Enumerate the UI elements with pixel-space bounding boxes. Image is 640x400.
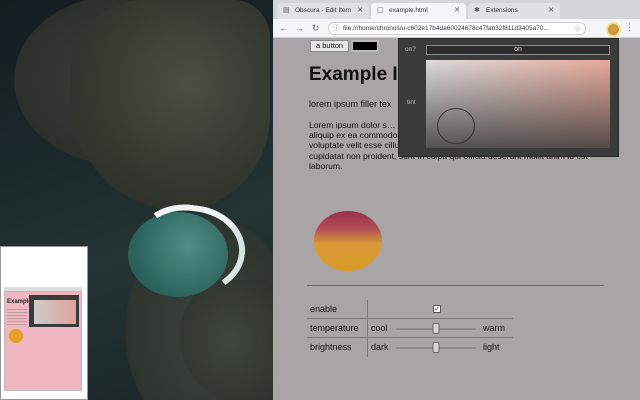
address-bar[interactable]: ⓘ file:///home/chronos/u-c602e17b4da6002… bbox=[328, 22, 586, 35]
tab-strip: ▤ Obscura - Edit Item ✕ ▢ example.html ✕… bbox=[273, 0, 640, 19]
gradient-ball bbox=[314, 211, 382, 271]
thumbnail-title: Example bbox=[7, 299, 32, 305]
close-icon[interactable]: ✕ bbox=[548, 6, 554, 14]
star-icon[interactable]: ☆ bbox=[574, 23, 581, 34]
control-label: temperature bbox=[310, 323, 359, 333]
page-icon: ▢ bbox=[377, 7, 384, 14]
tint-color-picker[interactable] bbox=[426, 60, 610, 148]
thumbnail-text bbox=[7, 309, 27, 325]
control-row-enable: enable ✓ bbox=[307, 300, 513, 319]
control-row-brightness: brightness dark light bbox=[307, 338, 513, 357]
lorem-short-text: lorem ipsum filler tex bbox=[309, 99, 392, 109]
slider-low-label: dark bbox=[371, 342, 389, 352]
wallpaper-terrain bbox=[180, 280, 273, 400]
slider-high-label: light bbox=[483, 342, 500, 352]
slider-high-label: warm bbox=[483, 323, 505, 333]
wallpaper-terrain bbox=[70, 0, 270, 210]
browser-toolbar: ← → ↻ ⓘ file:///home/chronos/u-c602e17b4… bbox=[273, 19, 640, 38]
control-label: enable bbox=[310, 304, 338, 314]
back-icon[interactable]: ← bbox=[277, 22, 290, 35]
thumbnail-popup bbox=[29, 295, 79, 327]
close-icon[interactable]: ✕ bbox=[454, 6, 460, 14]
tab-title: example.html bbox=[389, 7, 428, 14]
tab-title: Extensions bbox=[486, 7, 518, 14]
address-url: file:///home/chronos/u-c602e17b4da600246… bbox=[343, 25, 549, 32]
temperature-slider[interactable] bbox=[396, 323, 476, 334]
slider-thumb[interactable] bbox=[432, 323, 440, 334]
column-divider bbox=[367, 300, 368, 319]
document-icon: ▤ bbox=[283, 7, 290, 14]
menu-icon[interactable]: ⋮ bbox=[625, 22, 634, 33]
extension-popup: on? on tint bbox=[398, 38, 619, 157]
control-label: brightness bbox=[310, 342, 352, 352]
picker-handle[interactable] bbox=[437, 107, 476, 144]
slider-low-label: cool bbox=[371, 323, 388, 333]
page-title: Example I bbox=[309, 64, 398, 85]
thumbnail-ball bbox=[9, 329, 23, 343]
extension-icon[interactable] bbox=[608, 24, 619, 35]
tab-title: Obscura - Edit Item bbox=[295, 7, 351, 14]
divider bbox=[307, 285, 604, 286]
on-toggle-button[interactable]: on bbox=[426, 45, 610, 55]
on-label: on? bbox=[405, 46, 416, 53]
tab-extensions[interactable]: ✱ Extensions ✕ bbox=[468, 3, 560, 19]
slider-thumb[interactable] bbox=[432, 342, 440, 353]
control-row-temperature: temperature cool warm bbox=[307, 319, 513, 338]
close-icon[interactable]: ✕ bbox=[357, 6, 363, 14]
a-button[interactable]: a button bbox=[310, 40, 350, 52]
tint-label: tint bbox=[407, 99, 416, 106]
tab-obscura[interactable]: ▤ Obscura - Edit Item ✕ bbox=[277, 3, 369, 19]
tab-example[interactable]: ▢ example.html ✕ bbox=[371, 3, 466, 19]
brightness-slider[interactable] bbox=[396, 342, 476, 353]
enable-checkbox[interactable]: ✓ bbox=[433, 305, 441, 313]
column-divider bbox=[367, 338, 368, 357]
reload-icon[interactable]: ↻ bbox=[309, 22, 322, 35]
color-well[interactable] bbox=[351, 40, 379, 52]
puzzle-icon: ✱ bbox=[474, 7, 480, 14]
window-thumbnail[interactable]: Example bbox=[0, 246, 88, 400]
forward-icon[interactable]: → bbox=[293, 22, 306, 35]
column-divider bbox=[367, 319, 368, 338]
info-icon[interactable]: ⓘ bbox=[333, 23, 340, 34]
